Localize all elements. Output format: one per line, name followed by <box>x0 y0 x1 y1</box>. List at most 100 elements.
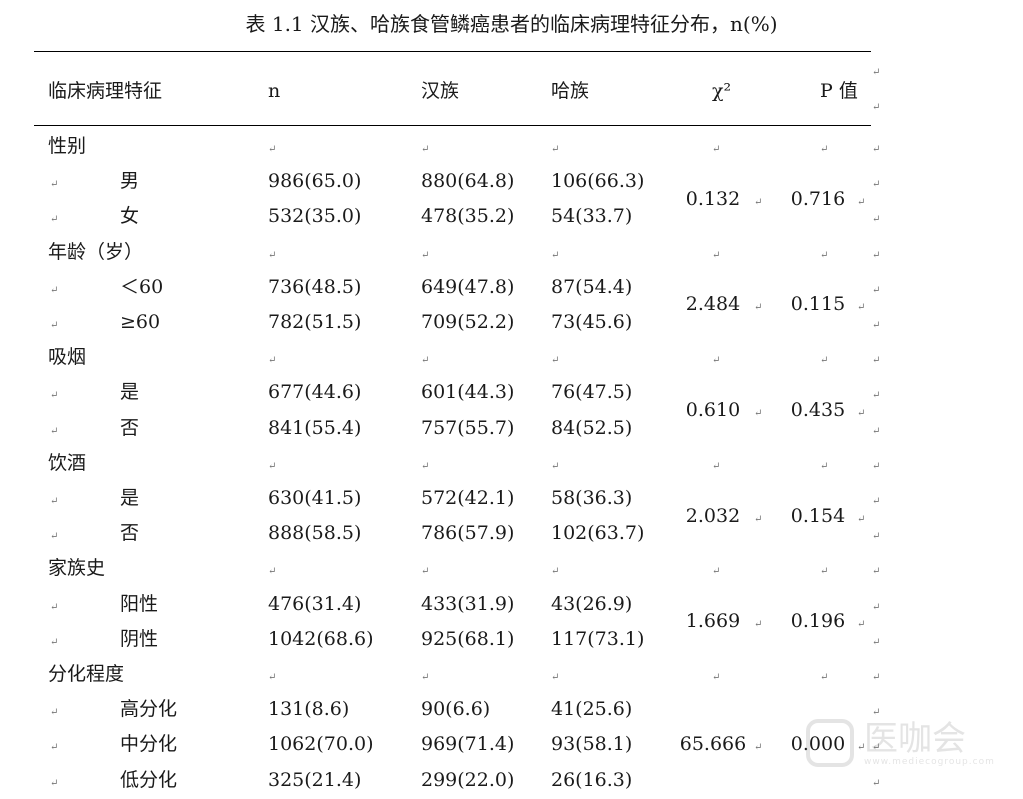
paragraph-mark: ↵ <box>421 566 430 578</box>
paragraph-mark: ↵ <box>820 460 829 472</box>
cell-han: 786(57.9) <box>421 522 515 545</box>
paragraph-mark: ↵ <box>712 355 721 367</box>
table-top-rule <box>34 51 871 52</box>
row-label: 否 <box>120 522 140 545</box>
row-label: 阳性 <box>120 592 159 615</box>
cell-n: 841(55.4) <box>268 416 362 439</box>
row-label: 中分化 <box>120 733 178 756</box>
cell-p-value: 0.115 <box>790 293 846 316</box>
paragraph-mark: ↵ <box>872 425 881 437</box>
cell-chi2: 2.032 <box>685 504 741 527</box>
group-label: 家族史 <box>48 557 106 580</box>
paragraph-mark: ↵ <box>820 144 829 155</box>
cell-han: 572(42.1) <box>421 487 515 509</box>
paragraph-mark: ↵ <box>50 320 59 331</box>
paragraph-mark: ↵ <box>421 355 430 367</box>
paragraph-mark: ↵ <box>872 531 881 543</box>
cell-han: 709(52.2) <box>421 311 515 333</box>
paragraph-mark: ↵ <box>872 390 881 402</box>
cell-n: 986(65.0) <box>268 170 362 193</box>
cell-kazakh: 73(45.6) <box>551 311 633 333</box>
paragraph-mark: ↵ <box>872 102 881 113</box>
paragraph-mark: ↵ <box>754 619 763 631</box>
cell-p-value: 0.435 <box>790 399 846 421</box>
column-header-5: P 值 <box>820 80 858 102</box>
group-label: 饮酒 <box>48 451 87 474</box>
paragraph-mark: ↵ <box>712 249 721 261</box>
paragraph-mark: ↵ <box>50 777 59 789</box>
paragraph-mark: ↵ <box>50 742 59 754</box>
watermark-logo: 医咖会 www.mediecogroup.com <box>806 717 1006 769</box>
cell-chi2: 2.484 <box>685 293 741 316</box>
cell-kazakh: 26(16.3) <box>551 768 633 791</box>
row-label: 女 <box>120 205 140 228</box>
column-header-1: n <box>268 80 281 102</box>
cell-n: 476(31.4) <box>268 592 362 615</box>
paragraph-mark: ↵ <box>754 742 763 754</box>
table-header-rule <box>34 125 871 126</box>
group-label: 性别 <box>48 135 87 157</box>
paragraph-mark: ↵ <box>872 249 881 261</box>
cell-n: 131(8.6) <box>268 698 350 721</box>
paragraph-mark: ↵ <box>872 214 881 226</box>
row-label: ＜60 <box>120 275 164 298</box>
paragraph-mark: ↵ <box>268 460 277 472</box>
paragraph-mark: ↵ <box>872 460 881 472</box>
row-label: ≥60 <box>120 311 161 333</box>
paragraph-mark: ↵ <box>712 460 721 472</box>
paragraph-mark: ↵ <box>50 496 59 507</box>
paragraph-mark: ↵ <box>50 601 59 613</box>
paragraph-mark: ↵ <box>50 707 59 719</box>
cell-han: 601(44.3) <box>421 381 515 404</box>
paragraph-mark: ↵ <box>50 390 59 402</box>
watermark-text: 医咖会 <box>864 719 966 759</box>
cell-n: 532(35.0) <box>268 205 362 228</box>
paragraph-mark: ↵ <box>872 179 881 191</box>
paragraph-mark: ↵ <box>820 672 829 683</box>
row-label: 阴性 <box>120 627 159 650</box>
paragraph-mark: ↵ <box>754 513 763 525</box>
paragraph-mark: ↵ <box>268 672 277 683</box>
cell-kazakh: 93(58.1) <box>551 733 633 756</box>
paragraph-mark: ↵ <box>820 355 829 367</box>
column-header-4: χ² <box>712 80 732 102</box>
paragraph-mark: ↵ <box>421 144 430 155</box>
paragraph-mark: ↵ <box>872 496 881 507</box>
watermark-subtext: www.mediecogroup.com <box>864 757 995 767</box>
paragraph-mark: ↵ <box>872 672 881 683</box>
paragraph-mark: ↵ <box>872 636 881 648</box>
cell-kazakh: 54(33.7) <box>551 205 633 228</box>
row-label: 低分化 <box>120 768 178 791</box>
watermark-icon <box>806 719 854 767</box>
paragraph-mark: ↵ <box>551 355 560 367</box>
cell-n: 888(58.5) <box>268 522 362 545</box>
row-label: 男 <box>120 170 140 193</box>
paragraph-mark: ↵ <box>857 408 866 419</box>
paragraph-mark: ↵ <box>712 566 721 578</box>
cell-kazakh: 84(52.5) <box>551 416 633 439</box>
paragraph-mark: ↵ <box>50 425 59 437</box>
paragraph-mark: ↵ <box>872 284 881 296</box>
column-header-0: 临床病理特征 <box>48 80 163 102</box>
paragraph-mark: ↵ <box>820 249 829 261</box>
cell-han: 90(6.6) <box>421 698 491 721</box>
cell-han: 969(71.4) <box>421 733 515 756</box>
cell-n: 677(44.6) <box>268 381 362 404</box>
paragraph-mark: ↵ <box>551 566 560 578</box>
paragraph-mark: ↵ <box>50 531 59 543</box>
paragraph-mark: ↵ <box>754 302 763 314</box>
group-label: 分化程度 <box>48 663 125 685</box>
cell-han: 757(55.7) <box>421 416 515 439</box>
cell-han: 880(64.8) <box>421 170 515 193</box>
paragraph-mark: ↵ <box>712 672 721 683</box>
cell-han: 433(31.9) <box>421 592 515 615</box>
cell-p-value: 0.716 <box>790 187 846 210</box>
paragraph-mark: ↵ <box>872 566 881 578</box>
paragraph-mark: ↵ <box>50 179 59 191</box>
paragraph-mark: ↵ <box>268 144 277 155</box>
cell-han: 478(35.2) <box>421 205 515 228</box>
paragraph-mark: ↵ <box>857 302 866 314</box>
cell-kazakh: 76(47.5) <box>551 381 633 404</box>
paragraph-mark: ↵ <box>551 144 560 155</box>
paragraph-mark: ↵ <box>872 144 881 155</box>
